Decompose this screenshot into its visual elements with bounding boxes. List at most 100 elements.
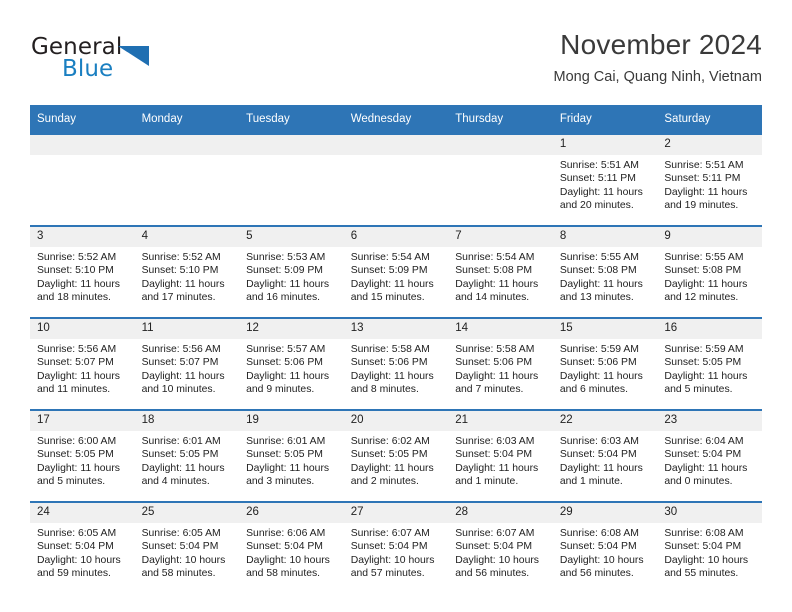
sunrise-text: Sunrise: 5:55 AM xyxy=(559,252,639,263)
sunrise-text: Sunrise: 5:58 AM xyxy=(455,344,535,355)
day-details: Sunrise: 6:08 AM Sunset: 5:04 PM Daylight:… xyxy=(657,523,762,581)
day-number: 10 xyxy=(30,319,135,339)
calendar-day-cell[interactable]: 19 Sunrise: 6:01 AM Sunset: 5:05 PM Dayligh… xyxy=(239,410,344,502)
calendar-week-row: 3 Sunrise: 5:52 AM Sunset: 5:10 PM Daylight… xyxy=(30,226,762,318)
calendar-day-cell[interactable]: 25 Sunrise: 6:05 AM Sunset: 5:04 PM Dayligh… xyxy=(134,502,240,593)
calendar-day-cell[interactable]: 20 Sunrise: 6:02 AM Sunset: 5:05 PM Dayligh… xyxy=(343,410,449,502)
sunset-text: Sunset: 5:11 PM xyxy=(664,173,741,185)
sunset-text: Sunset: 5:04 PM xyxy=(664,541,742,553)
calendar-day-cell[interactable]: 30 Sunrise: 6:08 AM Sunset: 5:04 PM Dayligh… xyxy=(657,502,762,593)
sunset-text: Sunset: 5:05 PM xyxy=(664,357,742,369)
logo-triangle-icon xyxy=(118,46,149,66)
calendar-week-row: 1 Sunrise: 5:51 AM Sunset: 5:11 PM Daylight… xyxy=(30,134,762,226)
calendar-day-cell[interactable]: 18 Sunrise: 6:01 AM Sunset: 5:05 PM Dayligh… xyxy=(134,410,240,502)
daylight-text: Daylight: 11 hours and 14 minutes. xyxy=(455,278,539,304)
calendar-day-cell[interactable]: 21 Sunrise: 6:03 AM Sunset: 5:04 PM Dayligh… xyxy=(448,410,553,502)
day-number xyxy=(30,135,135,155)
day-number: 8 xyxy=(552,227,658,247)
weekday-header-sunday: Sunday xyxy=(30,105,135,134)
calendar-day-cell[interactable]: 27 Sunrise: 6:07 AM Sunset: 5:04 PM Dayligh… xyxy=(343,502,449,593)
day-details: Sunrise: 5:53 AM Sunset: 5:09 PM Daylight:… xyxy=(239,247,344,305)
day-number: 26 xyxy=(239,503,344,523)
calendar-day-cell[interactable]: 24 Sunrise: 6:05 AM Sunset: 5:04 PM Dayligh… xyxy=(30,502,135,593)
sunrise-text: Sunrise: 6:01 AM xyxy=(141,436,221,447)
sunset-text: Sunset: 5:06 PM xyxy=(350,357,428,369)
day-number: 21 xyxy=(448,411,553,431)
calendar-day-cell[interactable]: 10 Sunrise: 5:56 AM Sunset: 5:07 PM Dayligh… xyxy=(30,318,135,410)
calendar-day-cell[interactable]: 17 Sunrise: 6:00 AM Sunset: 5:05 PM Dayligh… xyxy=(30,410,135,502)
day-details: Sunrise: 5:51 AM Sunset: 5:11 PM Daylight:… xyxy=(553,155,658,213)
weekday-header-saturday: Saturday xyxy=(657,105,762,134)
day-number: 27 xyxy=(343,503,449,523)
calendar-day-cell[interactable]: 23 Sunrise: 6:04 AM Sunset: 5:04 PM Dayligh… xyxy=(657,410,762,502)
weekday-header-thursday: Thursday xyxy=(448,105,553,134)
calendar-day-cell[interactable]: 16 Sunrise: 5:59 AM Sunset: 5:05 PM Dayligh… xyxy=(657,318,762,410)
calendar-day-cell[interactable]: 29 Sunrise: 6:08 AM Sunset: 5:04 PM Dayligh… xyxy=(552,502,658,593)
daylight-text: Daylight: 11 hours and 10 minutes. xyxy=(141,370,225,396)
daylight-text: Daylight: 11 hours and 19 minutes. xyxy=(664,186,748,212)
day-number: 19 xyxy=(239,411,344,431)
day-number: 15 xyxy=(552,319,658,339)
daylight-text: Daylight: 11 hours and 0 minutes. xyxy=(664,462,748,488)
sunset-text: Sunset: 5:06 PM xyxy=(246,357,323,369)
calendar-day-cell[interactable]: 1 Sunrise: 5:51 AM Sunset: 5:11 PM Daylight… xyxy=(552,134,658,226)
day-number: 25 xyxy=(134,503,240,523)
sunset-text: Sunset: 5:07 PM xyxy=(141,357,219,369)
calendar-day-cell[interactable]: 26 Sunrise: 6:06 AM Sunset: 5:04 PM Dayligh… xyxy=(239,502,344,593)
calendar-day-cell[interactable]: 28 Sunrise: 6:07 AM Sunset: 5:04 PM Dayligh… xyxy=(448,502,553,593)
sunrise-text: Sunrise: 5:52 AM xyxy=(141,252,221,263)
daylight-text: Daylight: 11 hours and 16 minutes. xyxy=(246,278,330,304)
sunset-text: Sunset: 5:05 PM xyxy=(350,449,428,461)
calendar-day-cell[interactable]: 22 Sunrise: 6:03 AM Sunset: 5:04 PM Dayligh… xyxy=(552,410,658,502)
sunrise-text: Sunrise: 6:04 AM xyxy=(664,436,744,447)
day-number: 18 xyxy=(134,411,240,431)
day-details: Sunrise: 6:03 AM Sunset: 5:04 PM Daylight:… xyxy=(553,431,658,489)
sunrise-text: Sunrise: 5:52 AM xyxy=(37,252,117,263)
calendar-day-cell[interactable]: 9 Sunrise: 5:55 AM Sunset: 5:08 PM Daylight… xyxy=(657,226,762,318)
calendar-day-cell[interactable]: 2 Sunrise: 5:51 AM Sunset: 5:11 PM Daylight… xyxy=(657,134,762,226)
calendar-day-cell[interactable]: 15 Sunrise: 5:59 AM Sunset: 5:06 PM Dayligh… xyxy=(552,318,658,410)
day-number: 3 xyxy=(30,227,135,247)
calendar-day-cell[interactable]: 7 Sunrise: 5:54 AM Sunset: 5:08 PM Daylight… xyxy=(448,226,553,318)
sunset-text: Sunset: 5:04 PM xyxy=(37,541,114,553)
calendar-day-cell[interactable]: 8 Sunrise: 5:55 AM Sunset: 5:08 PM Daylight… xyxy=(552,226,658,318)
weekday-header-friday: Friday xyxy=(552,105,658,134)
calendar-day-cell[interactable]: 6 Sunrise: 5:54 AM Sunset: 5:09 PM Daylight… xyxy=(343,226,449,318)
calendar-day-cell[interactable]: 13 Sunrise: 5:58 AM Sunset: 5:06 PM Dayligh… xyxy=(343,318,449,410)
calendar-day-cell[interactable]: 5 Sunrise: 5:53 AM Sunset: 5:09 PM Daylight… xyxy=(239,226,344,318)
sunset-text: Sunset: 5:04 PM xyxy=(455,541,533,553)
day-number xyxy=(343,135,449,155)
sunrise-text: Sunrise: 5:53 AM xyxy=(246,252,326,263)
weekday-header-tuesday: Tuesday xyxy=(239,105,344,134)
daylight-text: Daylight: 11 hours and 13 minutes. xyxy=(559,278,643,304)
day-details: Sunrise: 6:02 AM Sunset: 5:05 PM Daylight:… xyxy=(344,431,449,489)
sunrise-text: Sunrise: 6:00 AM xyxy=(37,436,117,447)
sunset-text: Sunset: 5:04 PM xyxy=(350,541,428,553)
sunset-text: Sunset: 5:04 PM xyxy=(455,449,533,461)
calendar-day-cell[interactable]: 14 Sunrise: 5:58 AM Sunset: 5:06 PM Dayligh… xyxy=(448,318,553,410)
day-details: Sunrise: 5:54 AM Sunset: 5:09 PM Daylight:… xyxy=(344,247,449,305)
day-number xyxy=(448,135,553,155)
calendar-empty-cell xyxy=(30,134,135,226)
day-details: Sunrise: 5:59 AM Sunset: 5:05 PM Daylight:… xyxy=(657,339,762,397)
day-details: Sunrise: 5:56 AM Sunset: 5:07 PM Daylight:… xyxy=(135,339,240,397)
calendar-day-cell[interactable]: 12 Sunrise: 5:57 AM Sunset: 5:06 PM Dayligh… xyxy=(239,318,344,410)
calendar-empty-cell xyxy=(134,134,240,226)
day-details: Sunrise: 6:01 AM Sunset: 5:05 PM Daylight:… xyxy=(239,431,344,489)
calendar-body: 1 Sunrise: 5:51 AM Sunset: 5:11 PM Daylight… xyxy=(30,134,762,593)
calendar-empty-cell xyxy=(343,134,449,226)
day-details: Sunrise: 5:52 AM Sunset: 5:10 PM Daylight:… xyxy=(30,247,135,305)
sunrise-text: Sunrise: 5:54 AM xyxy=(350,252,430,263)
sunset-text: Sunset: 5:04 PM xyxy=(559,541,637,553)
day-details: Sunrise: 6:06 AM Sunset: 5:04 PM Daylight:… xyxy=(239,523,344,581)
day-number: 14 xyxy=(448,319,553,339)
day-number: 12 xyxy=(239,319,344,339)
calendar-day-cell[interactable]: 4 Sunrise: 5:52 AM Sunset: 5:10 PM Daylight… xyxy=(134,226,240,318)
general-blue-logo[interactable]: General Blue xyxy=(30,34,260,90)
sunset-text: Sunset: 5:08 PM xyxy=(559,265,637,277)
sunrise-text: Sunrise: 5:58 AM xyxy=(350,344,430,355)
daylight-text: Daylight: 11 hours and 17 minutes. xyxy=(141,278,225,304)
calendar-day-cell[interactable]: 3 Sunrise: 5:52 AM Sunset: 5:10 PM Daylight… xyxy=(30,226,135,318)
calendar-day-cell[interactable]: 11 Sunrise: 5:56 AM Sunset: 5:07 PM Dayligh… xyxy=(134,318,240,410)
daylight-text: Daylight: 10 hours and 56 minutes. xyxy=(559,554,644,580)
